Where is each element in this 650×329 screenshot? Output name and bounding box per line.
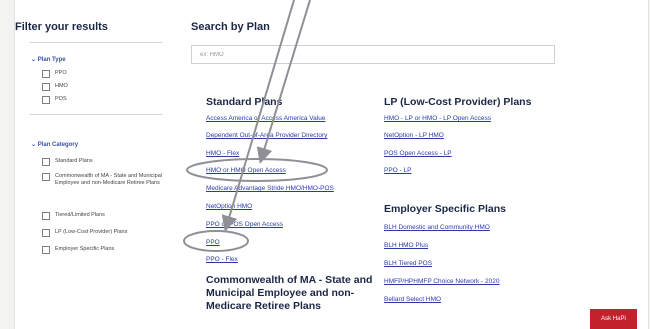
lp-plans-heading: LP (Low-Cost Provider) Plans — [384, 96, 532, 108]
ask-hapi-button[interactable]: Ask HaPi — [590, 309, 637, 329]
plan-link-ppo[interactable]: PPO — [206, 239, 220, 246]
plan-link[interactable]: Bellard Select HMO — [384, 296, 441, 303]
plan-link[interactable]: BLH HMO Plus — [384, 242, 428, 249]
filter-option-ppo[interactable]: PPO — [42, 70, 67, 78]
plan-link-hmo-open-access[interactable]: HMO or HMO Open Access — [206, 167, 286, 174]
checkbox[interactable] — [42, 173, 50, 181]
checkbox[interactable] — [42, 158, 50, 166]
plan-link[interactable]: POS Open Access - LP — [384, 150, 452, 157]
filter-panel-title: Filter your results — [15, 21, 108, 33]
employer-plans-heading: Employer Specific Plans — [384, 203, 506, 215]
checkbox[interactable] — [42, 96, 50, 104]
plan-link[interactable]: Dependent Out-of-Area Provider Directory — [206, 132, 327, 139]
filter-divider — [29, 42, 163, 43]
filter-option-standard-plans[interactable]: Standard Plans — [42, 158, 93, 166]
checkbox[interactable] — [42, 246, 50, 254]
search-input[interactable] — [191, 45, 555, 64]
chevron-down-icon: ⌄ — [31, 57, 37, 63]
plan-link[interactable]: PPO - LP — [384, 167, 411, 174]
checkbox[interactable] — [42, 229, 50, 237]
plan-link[interactable]: PPO or POS Open Access — [206, 221, 283, 228]
plan-link[interactable]: PPO - Flex — [206, 256, 238, 263]
filter-option-lp[interactable]: LP (Low-Cost Provider) Plans — [42, 229, 127, 237]
plan-link[interactable]: Access America or Access America Value — [206, 115, 325, 122]
filter-option-commonwealth[interactable]: Commonwealth of MA - State and Municipal… — [42, 173, 162, 187]
checkbox[interactable] — [42, 83, 50, 91]
commonwealth-heading: Commonwealth of MA - State and Municipal… — [206, 274, 373, 312]
standard-plans-heading: Standard Plans — [206, 96, 283, 108]
plan-link[interactable]: NetOption - LP HMO — [384, 132, 444, 139]
plan-category-heading[interactable]: ⌄ Plan Category — [31, 141, 78, 148]
checkbox[interactable] — [42, 212, 50, 220]
plan-link[interactable]: BLH Tiered POS — [384, 260, 432, 267]
checkbox[interactable] — [42, 70, 50, 78]
plan-link[interactable]: Medicare Advantage Stride HMO/HMO-POS — [206, 185, 334, 192]
plan-type-heading[interactable]: ⌄ Plan Type — [31, 56, 66, 63]
filter-option-employer[interactable]: Employer Specific Plans — [42, 246, 114, 254]
filter-option-tiered[interactable]: Tiered/Limited Plans — [42, 212, 105, 220]
filter-option-hmo[interactable]: HMO — [42, 83, 68, 91]
plan-link[interactable]: HMO - Flex — [206, 150, 239, 157]
plan-link[interactable]: HMO - LP or HMO - LP Open Access — [384, 115, 491, 122]
plan-link[interactable]: BLH Domestic and Community HMO — [384, 224, 490, 231]
filter-divider — [29, 114, 163, 115]
filter-option-pos[interactable]: POS — [42, 96, 67, 104]
search-title: Search by Plan — [191, 21, 270, 33]
plan-link[interactable]: HMFP/HPHMFP Choice Network - 2020 — [384, 278, 499, 285]
chevron-down-icon: ⌄ — [31, 142, 37, 148]
plan-link[interactable]: NetOption HMO — [206, 203, 252, 210]
